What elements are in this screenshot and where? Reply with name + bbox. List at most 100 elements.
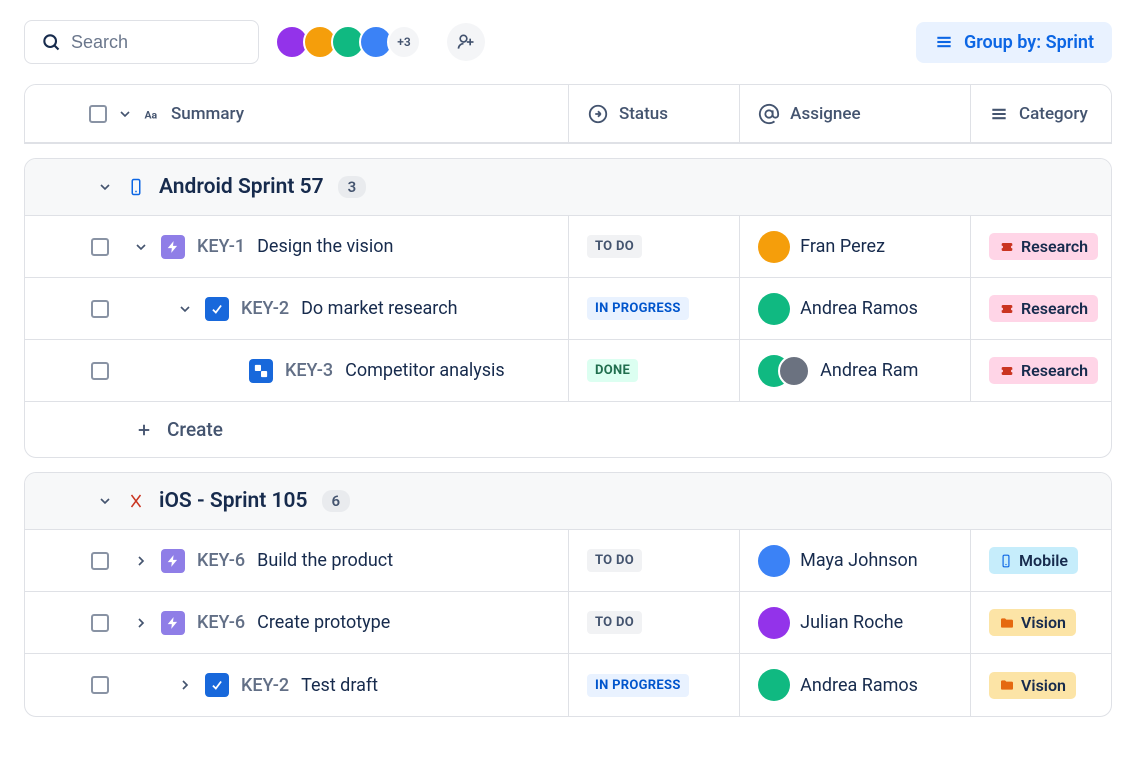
chevron-down-icon[interactable]: [177, 301, 193, 317]
category-badge[interactable]: Vision: [989, 609, 1076, 636]
table-header-container: Aa Summary Status Assignee Category: [24, 84, 1112, 144]
search-input[interactable]: [71, 32, 242, 53]
cell-category[interactable]: Mobile: [971, 530, 1111, 591]
category-badge[interactable]: Research: [989, 233, 1098, 260]
chevron-right-icon[interactable]: [177, 677, 193, 693]
chevron-down-icon[interactable]: [97, 179, 113, 195]
group-header[interactable]: iOS - Sprint 105 6: [25, 473, 1111, 530]
status-badge[interactable]: DONE: [587, 359, 638, 382]
epic-icon: [161, 549, 185, 573]
epic-icon: [161, 235, 185, 259]
menu-icon: [934, 32, 954, 52]
sprint-group: iOS - Sprint 105 6 KEY-6 Build the produ…: [24, 472, 1112, 717]
chevron-right-icon[interactable]: [133, 615, 149, 631]
cell-category[interactable]: Vision: [971, 592, 1111, 653]
assignee-name: Andrea Ramos: [800, 298, 918, 319]
row-checkbox[interactable]: [91, 300, 109, 318]
category-badge[interactable]: Research: [989, 295, 1098, 322]
chevron-down-icon[interactable]: [117, 106, 133, 122]
cell-status[interactable]: IN PROGRESS: [569, 654, 740, 716]
plus-icon: [135, 421, 153, 439]
cell-assignee[interactable]: Andrea Ramos: [740, 654, 971, 716]
avatar[interactable]: [758, 545, 790, 577]
issue-summary[interactable]: Do market research: [301, 298, 457, 319]
avatar[interactable]: [758, 293, 790, 325]
cell-assignee[interactable]: Andrea Ram: [740, 340, 971, 401]
cell-summary: KEY-6 Build the product: [25, 530, 569, 591]
chevron-down-icon[interactable]: [97, 493, 113, 509]
status-badge[interactable]: IN PROGRESS: [587, 674, 689, 697]
row-checkbox[interactable]: [91, 552, 109, 570]
cell-summary: KEY-2 Do market research: [25, 278, 569, 339]
cell-status[interactable]: TO DO: [569, 530, 740, 591]
column-assignee[interactable]: Assignee: [740, 85, 971, 142]
issue-summary[interactable]: Test draft: [301, 675, 378, 696]
phone-icon: [999, 554, 1013, 568]
cell-status[interactable]: IN PROGRESS: [569, 278, 740, 339]
cell-status[interactable]: DONE: [569, 340, 740, 401]
avatar-overflow[interactable]: +3: [387, 25, 421, 59]
task-icon: [205, 297, 229, 321]
group-by-button[interactable]: Group by: Sprint: [916, 22, 1112, 63]
column-status[interactable]: Status: [569, 85, 740, 142]
chevron-right-icon[interactable]: [133, 553, 149, 569]
cell-summary: KEY-3 Competitor analysis: [25, 340, 569, 401]
table-row[interactable]: KEY-2 Do market research IN PROGRESS And…: [25, 278, 1111, 340]
cell-assignee[interactable]: Fran Perez: [740, 216, 971, 277]
toolbar: +3 Group by: Sprint: [0, 20, 1136, 84]
cell-category[interactable]: Vision: [971, 654, 1111, 716]
issue-summary[interactable]: Design the vision: [257, 236, 393, 257]
avatar[interactable]: [758, 231, 790, 263]
table-row[interactable]: KEY-1 Design the vision TO DO Fran Perez…: [25, 216, 1111, 278]
status-badge[interactable]: IN PROGRESS: [587, 297, 689, 320]
avatar[interactable]: [758, 669, 790, 701]
table-row[interactable]: KEY-2 Test draft IN PROGRESS Andrea Ramo…: [25, 654, 1111, 716]
issue-summary[interactable]: Competitor analysis: [345, 360, 505, 381]
create-button[interactable]: Create: [25, 402, 1111, 457]
category-badge[interactable]: Mobile: [989, 547, 1078, 574]
column-summary[interactable]: Aa Summary: [25, 85, 569, 142]
row-checkbox[interactable]: [91, 614, 109, 632]
issue-key[interactable]: KEY-6: [197, 612, 245, 633]
mobile-icon: [127, 178, 145, 196]
cell-assignee[interactable]: Julian Roche: [740, 592, 971, 653]
table-row[interactable]: KEY-6 Create prototype TO DO Julian Roch…: [25, 592, 1111, 654]
cell-status[interactable]: TO DO: [569, 592, 740, 653]
issue-summary[interactable]: Create prototype: [257, 612, 390, 633]
cell-category[interactable]: Research: [971, 216, 1111, 277]
issue-key[interactable]: KEY-2: [241, 298, 289, 319]
ticket-icon: [999, 301, 1015, 317]
cell-category[interactable]: Research: [971, 340, 1111, 401]
cell-status[interactable]: TO DO: [569, 216, 740, 277]
row-checkbox[interactable]: [91, 676, 109, 694]
add-user-button[interactable]: [447, 23, 485, 61]
chevron-down-icon[interactable]: [133, 239, 149, 255]
category-badge[interactable]: Research: [989, 357, 1098, 384]
group-by-label: Group by: Sprint: [964, 32, 1094, 53]
task-icon: [205, 673, 229, 697]
table-row[interactable]: KEY-3 Competitor analysis DONE Andrea Ra…: [25, 340, 1111, 402]
row-checkbox[interactable]: [91, 238, 109, 256]
table-row[interactable]: KEY-6 Build the product TO DO Maya Johns…: [25, 530, 1111, 592]
avatar[interactable]: [758, 607, 790, 639]
issue-key[interactable]: KEY-6: [197, 550, 245, 571]
search-box[interactable]: [24, 20, 259, 64]
cell-assignee[interactable]: Maya Johnson: [740, 530, 971, 591]
select-all-checkbox[interactable]: [89, 105, 107, 123]
column-category[interactable]: Category: [971, 85, 1111, 142]
issue-summary[interactable]: Build the product: [257, 550, 393, 571]
status-badge[interactable]: TO DO: [587, 549, 642, 572]
group-header[interactable]: Android Sprint 57 3: [25, 159, 1111, 216]
issue-key[interactable]: KEY-2: [241, 675, 289, 696]
column-label: Category: [1019, 104, 1088, 124]
category-badge[interactable]: Vision: [989, 672, 1076, 699]
cell-category[interactable]: Research: [971, 278, 1111, 339]
issue-key[interactable]: KEY-3: [285, 360, 333, 381]
avatar[interactable]: [778, 355, 810, 387]
status-badge[interactable]: TO DO: [587, 235, 642, 258]
row-checkbox[interactable]: [91, 362, 109, 380]
issue-key[interactable]: KEY-1: [197, 236, 245, 257]
avatar-stack[interactable]: +3: [275, 25, 421, 59]
status-badge[interactable]: TO DO: [587, 611, 642, 634]
cell-assignee[interactable]: Andrea Ramos: [740, 278, 971, 339]
